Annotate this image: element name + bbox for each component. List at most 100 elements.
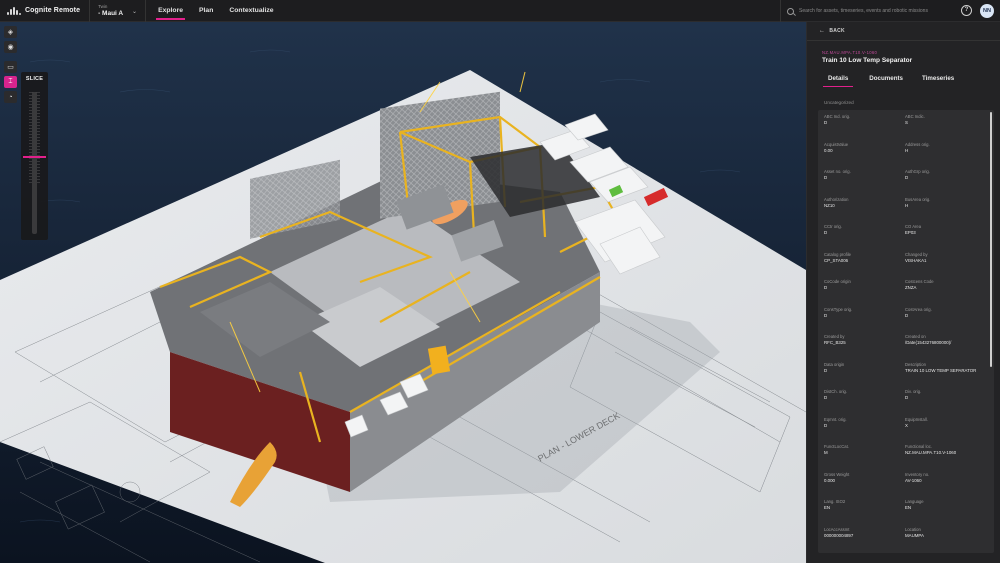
detail-field-label: ABC Ind. orig. bbox=[824, 114, 851, 119]
detail-field-label: Changed by bbox=[905, 251, 928, 257]
detail-field-label: Language bbox=[905, 499, 924, 504]
detail-field: LocAccAssmt 000000004897 bbox=[824, 527, 905, 554]
detail-field-value: D bbox=[824, 422, 828, 428]
detail-field-label: Costcens Code bbox=[905, 279, 934, 284]
detail-field: CO Area EP03 bbox=[905, 224, 984, 252]
tab-explore[interactable]: Explore bbox=[150, 0, 191, 22]
detail-field-value: VISHAKA1 bbox=[905, 257, 927, 263]
detail-field-label: DistCh. orig. bbox=[824, 389, 848, 394]
divider bbox=[807, 40, 1000, 41]
detail-field: CostArea orig. D bbox=[905, 307, 984, 335]
main-nav: Explore Plan Contextualize bbox=[145, 0, 281, 22]
detail-field: Gross Weight 0.000 bbox=[824, 472, 905, 500]
detail-field-value: D bbox=[905, 395, 909, 400]
asset-code: NZ.MAU.MPA.T10.V-1060 bbox=[822, 50, 878, 55]
detail-field-label: BusArea orig. bbox=[905, 196, 931, 202]
back-button[interactable]: ← BACK bbox=[819, 28, 845, 34]
camera-icon[interactable]: ▭ bbox=[4, 61, 17, 73]
detail-field: Asset no. orig. D bbox=[824, 169, 905, 197]
detail-field-label: CoCode origin bbox=[824, 279, 851, 284]
details-list: ABC Ind. orig. D ABC Indic. S AcquistValue 0.… bbox=[818, 110, 994, 553]
tab-documents[interactable]: Documents bbox=[862, 73, 910, 87]
detail-field-value: 0.00 bbox=[824, 147, 833, 153]
detail-field-value: 0.000 bbox=[824, 477, 835, 483]
viewer-toolbar: ◈ ◉ ▭ ⌶ ◔ bbox=[4, 26, 18, 103]
detail-field: Eqmnt. orig. D bbox=[824, 417, 905, 445]
detail-field: Catalog profile CP_STA006 bbox=[824, 252, 905, 280]
detail-field-label: AuthGrp orig. bbox=[905, 169, 930, 174]
detail-field: Costcens Code ZNZA bbox=[905, 279, 984, 307]
asset-details-panel: ← BACK NZ.MAU.MPA.T10.V-1060 Train 10 Lo… bbox=[806, 22, 1000, 563]
slice-icon[interactable]: ⌶ bbox=[4, 76, 17, 88]
detail-field-label: EquipInstall. bbox=[905, 416, 928, 422]
detail-field-label: Authorization bbox=[824, 196, 849, 202]
detail-field-value: D bbox=[824, 395, 828, 400]
detail-field: Inventory no. AV-1060 bbox=[905, 472, 984, 500]
tab-details[interactable]: Details bbox=[821, 73, 855, 87]
detail-field: BusArea orig. H bbox=[905, 197, 984, 225]
detail-field-value: NZ10 bbox=[824, 202, 835, 208]
slice-panel: SLICE bbox=[21, 72, 48, 240]
detail-field-label: FunctLocCat. bbox=[824, 444, 849, 449]
app-name: Cognite Remote bbox=[25, 7, 81, 14]
panel-tabs: Details Documents Timeseries bbox=[821, 73, 961, 87]
slice-title: SLICE bbox=[25, 76, 44, 82]
detail-field: Functional loc. NZ.MAU.MPA.T10.V-1060 bbox=[905, 444, 984, 472]
detail-field-value: D bbox=[824, 285, 828, 290]
detail-field-value: EN bbox=[905, 505, 912, 510]
detail-field-label: Catalog profile bbox=[824, 251, 852, 257]
detail-field-label: CCtr orig. bbox=[824, 224, 842, 229]
detail-field-value: AV-1060 bbox=[905, 477, 922, 483]
detail-field: ABC Ind. orig. D bbox=[824, 114, 905, 142]
layers-icon[interactable]: ◈ bbox=[4, 26, 17, 38]
scrollbar[interactable] bbox=[989, 112, 992, 367]
tab-contextualize[interactable]: Contextualize bbox=[221, 0, 281, 22]
detail-field-value: M bbox=[824, 450, 828, 455]
cognite-logo-icon bbox=[7, 6, 21, 15]
detail-field: Address orig. H bbox=[905, 142, 984, 170]
brand[interactable]: Cognite Remote bbox=[0, 0, 89, 22]
detail-field-label: Asset no. orig. bbox=[824, 169, 851, 174]
tab-plan[interactable]: Plan bbox=[191, 0, 221, 22]
section-heading: Uncategorized bbox=[824, 100, 854, 105]
detail-field: Data origin D bbox=[824, 362, 905, 390]
search-bar bbox=[780, 0, 951, 22]
detail-field-value: MAUMPA bbox=[905, 532, 924, 538]
slice-slider[interactable] bbox=[23, 92, 46, 234]
avatar[interactable]: NN bbox=[980, 4, 994, 18]
detail-field-label: Gross Weight bbox=[824, 471, 850, 477]
history-icon[interactable]: ◔ bbox=[4, 91, 17, 103]
detail-field-value: S bbox=[905, 120, 908, 125]
detail-field: Div. orig. D bbox=[905, 389, 984, 417]
detail-field-value: H bbox=[905, 202, 909, 208]
detail-field: Created on/Date(1543276800000)/ bbox=[905, 334, 984, 362]
detail-field-value: EP03 bbox=[905, 230, 916, 235]
detail-field: Created by RFC_B325 bbox=[824, 334, 905, 362]
eye-icon[interactable]: ◉ bbox=[4, 41, 17, 53]
detail-field: Lang. ISO2 EN bbox=[824, 499, 905, 527]
detail-field-label: Div. orig. bbox=[905, 389, 922, 394]
detail-field-value: D bbox=[905, 312, 909, 318]
slice-handle[interactable] bbox=[23, 155, 46, 158]
detail-field: Location MAUMPA bbox=[905, 527, 984, 554]
detail-field-value: EN bbox=[824, 505, 831, 510]
3d-viewport[interactable]: PLAN - LOWER DECK bbox=[0, 22, 806, 563]
back-label: BACK bbox=[829, 28, 845, 34]
chevron-down-icon: ⌄ bbox=[132, 8, 138, 15]
help-icon[interactable]: ? bbox=[961, 5, 972, 16]
top-bar: Cognite Remote Twin - Maui A ⌄ Explore P… bbox=[0, 0, 1000, 22]
detail-field-value: TRAIN 10 LOW TEMP SEPARATOR bbox=[905, 367, 977, 373]
detail-field: EquipInstall. X bbox=[905, 417, 984, 445]
detail-field: AcquistValue 0.00 bbox=[824, 142, 905, 170]
detail-field: CCtr orig. D bbox=[824, 224, 905, 252]
details-grid: ABC Ind. orig. D ABC Indic. S AcquistValue 0.… bbox=[824, 114, 984, 553]
tab-timeseries[interactable]: Timeseries bbox=[915, 73, 961, 87]
search-input[interactable] bbox=[799, 8, 949, 14]
detail-field: DistCh. orig. D bbox=[824, 389, 905, 417]
detail-field-label: ABC Indic. bbox=[905, 114, 925, 119]
detail-field-label: Inventory no. bbox=[905, 471, 930, 477]
twin-selector[interactable]: Twin - Maui A ⌄ bbox=[89, 0, 139, 22]
detail-field-label: LocAccAssmt bbox=[824, 526, 850, 532]
detail-field-value: CP_STA006 bbox=[824, 257, 849, 263]
detail-field: AuthGrp orig. D bbox=[905, 169, 984, 197]
